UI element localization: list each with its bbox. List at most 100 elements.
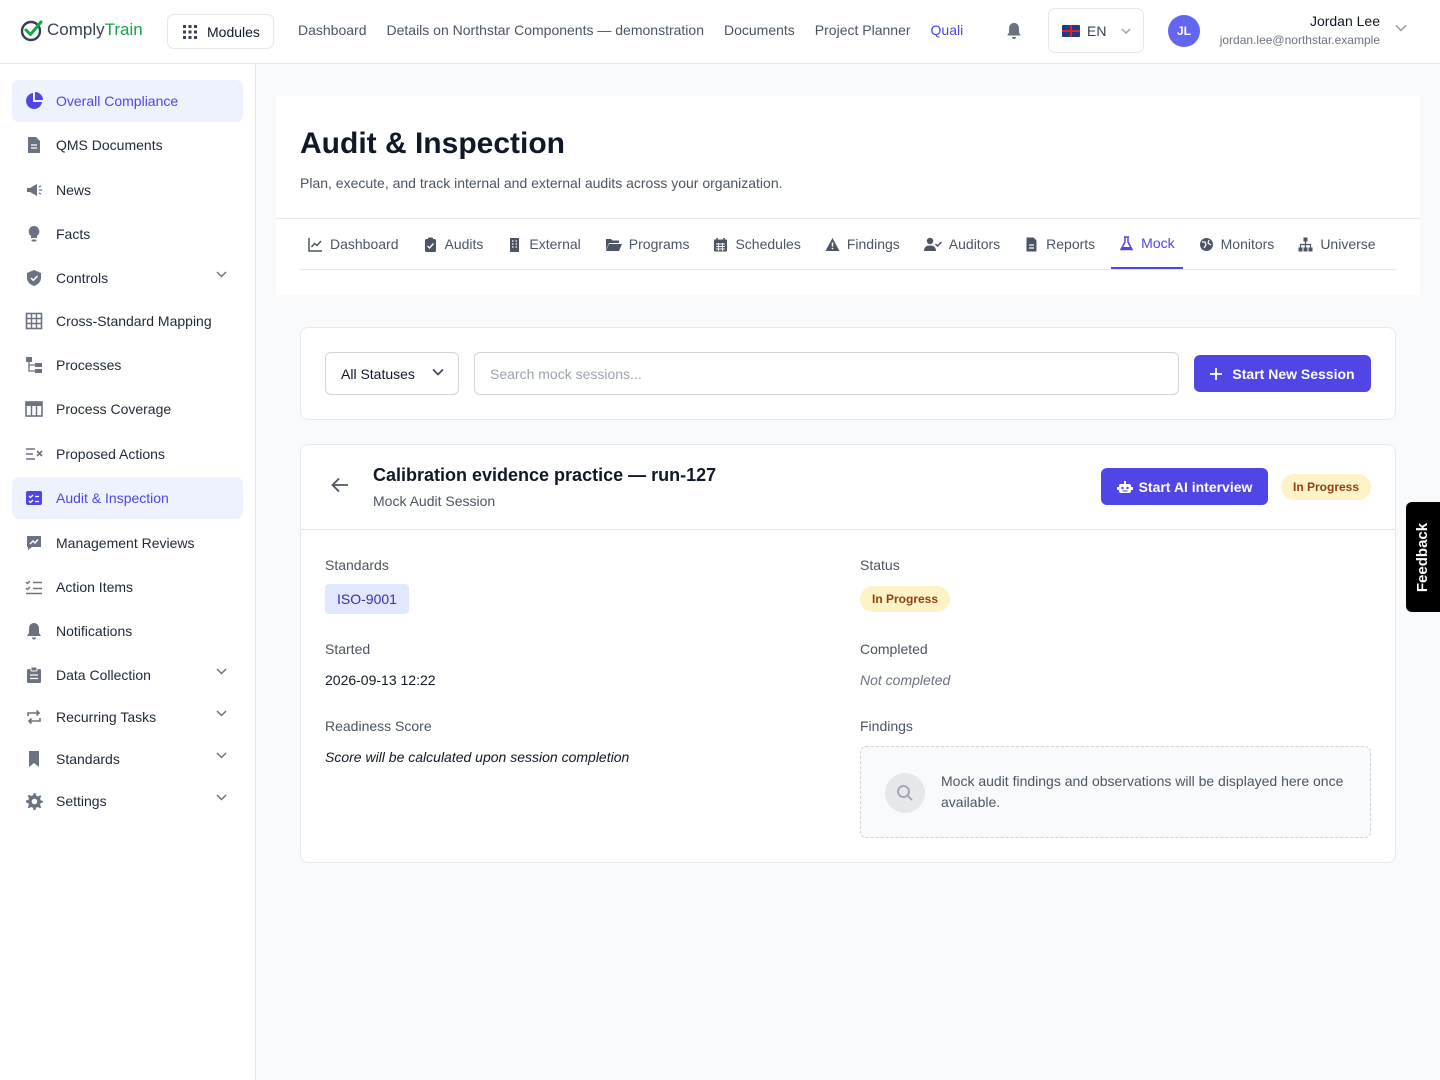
sidebar-item-label: Settings	[56, 793, 107, 809]
user-email: jordan.lee@northstar.example	[1219, 33, 1380, 47]
tab-programs[interactable]: Programs	[597, 219, 698, 269]
sidebar-item-label: News	[56, 182, 92, 198]
language-code: EN	[1087, 22, 1107, 39]
chevron-down-icon	[216, 271, 227, 278]
user-info[interactable]: Jordan Lee jordan.lee@northstar.example	[1210, 13, 1380, 47]
tab-audits[interactable]: Audits	[415, 219, 492, 269]
grid-dots-icon	[183, 24, 197, 39]
search-input[interactable]	[474, 352, 1179, 395]
start-new-session-label: Start New Session	[1232, 365, 1355, 382]
notifications-bell-icon[interactable]	[1006, 22, 1022, 40]
tab-findings[interactable]: Findings	[817, 219, 908, 269]
sidebar-item-standards[interactable]: Standards	[12, 738, 243, 780]
sidebar-item-processes[interactable]: Processes	[12, 344, 243, 386]
flask-icon	[1119, 235, 1134, 250]
file-icon	[1026, 237, 1037, 251]
chevron-down-icon	[1121, 27, 1131, 34]
warning-icon	[825, 237, 840, 251]
topnav-details[interactable]: Details on Northstar Components — demons…	[387, 22, 704, 38]
tab-label: Auditors	[948, 236, 1001, 252]
sitemap-icon	[1298, 237, 1313, 251]
page-header: Audit & Inspection Plan, execute, and tr…	[276, 96, 1420, 295]
topnav-quali[interactable]: Quali	[931, 22, 964, 38]
start-ai-interview-button[interactable]: Start AI interview	[1101, 468, 1268, 505]
user-check-icon	[923, 237, 942, 251]
tab-mock[interactable]: Mock	[1111, 219, 1183, 269]
tab-monitors[interactable]: Monitors	[1191, 219, 1283, 269]
user-name: Jordan Lee	[1309, 13, 1380, 29]
sidebar-item-notifications[interactable]: Notifications	[12, 610, 243, 652]
chevron-down-icon	[216, 668, 227, 675]
logo-text-part1: Comply	[47, 20, 105, 39]
sidebar-item-label: Controls	[56, 270, 109, 286]
sidebar-item-news[interactable]: News	[12, 169, 243, 211]
user-menu-chevron-icon[interactable]	[1395, 24, 1407, 32]
globe-icon	[1199, 237, 1213, 251]
document-icon	[28, 137, 40, 153]
tab-schedules[interactable]: Schedules	[705, 219, 808, 269]
sidebar-item-controls[interactable]: Controls	[12, 257, 243, 299]
sidebar-item-label: Cross-Standard Mapping	[56, 313, 212, 329]
modules-button[interactable]: Modules	[167, 14, 274, 49]
started-label: Started	[325, 641, 371, 657]
sidebar-item-label: Process Coverage	[56, 401, 172, 417]
feedback-label: Feedback	[1414, 522, 1432, 592]
checklist-icon	[25, 580, 42, 595]
list-x-icon	[26, 448, 43, 460]
gear-icon	[26, 793, 43, 810]
back-arrow-icon[interactable]	[331, 477, 349, 493]
sidebar-item-process-coverage[interactable]: Process Coverage	[12, 388, 243, 430]
completed-value: Not completed	[860, 672, 951, 688]
status-filter-select[interactable]: All Statuses	[325, 352, 459, 395]
standard-chip: ISO-9001	[325, 584, 409, 614]
tab-label: Findings	[846, 236, 900, 252]
feedback-tab[interactable]: Feedback	[1406, 502, 1440, 612]
tab-label: Monitors	[1220, 236, 1275, 252]
top-bar: Comply Train Modules Dashboard Details on…	[0, 0, 1440, 64]
tab-reports[interactable]: Reports	[1016, 219, 1103, 269]
uk-flag-icon	[1062, 24, 1080, 37]
sidebar-item-action-items[interactable]: Action Items	[12, 566, 243, 608]
app-logo[interactable]: Comply Train	[20, 18, 143, 42]
sidebar-item-management-reviews[interactable]: Management Reviews	[12, 522, 243, 564]
language-selector[interactable]: EN	[1048, 8, 1144, 53]
megaphone-icon	[27, 184, 42, 196]
topnav-documents[interactable]: Documents	[724, 22, 795, 38]
sidebar-item-facts[interactable]: Facts	[12, 213, 243, 255]
sidebar-item-label: Data Collection	[56, 667, 151, 683]
readiness-score-note: Score will be calculated upon session co…	[325, 749, 630, 765]
page-subtitle: Plan, execute, and track internal and ex…	[300, 175, 783, 191]
sidebar-item-proposed-actions[interactable]: Proposed Actions	[12, 433, 243, 475]
standards-label: Standards	[325, 557, 389, 573]
sidebar-item-label: Proposed Actions	[56, 446, 165, 462]
tab-label: Universe	[1320, 236, 1376, 252]
clipboard-check-icon	[424, 237, 436, 252]
start-new-session-button[interactable]: Start New Session	[1194, 355, 1371, 392]
sidebar-item-audit-inspection[interactable]: Audit & Inspection	[12, 477, 243, 519]
findings-placeholder-text: Mock audit findings and observations wil…	[941, 773, 1344, 810]
user-avatar[interactable]: JL	[1168, 15, 1200, 47]
findings-label: Findings	[860, 718, 913, 734]
lightbulb-icon	[28, 226, 40, 242]
tab-label: Programs	[628, 236, 690, 252]
sidebar-item-settings[interactable]: Settings	[12, 780, 243, 822]
sidebar-item-overall-compliance[interactable]: Overall Compliance	[12, 80, 243, 122]
sidebar-item-qms-documents[interactable]: QMS Documents	[12, 124, 243, 166]
readiness-score-label: Readiness Score	[325, 718, 432, 734]
tab-external[interactable]: External	[499, 219, 588, 269]
chart-comment-icon	[27, 536, 41, 550]
topnav-project-planner[interactable]: Project Planner	[815, 22, 911, 38]
tab-auditors[interactable]: Auditors	[916, 219, 1008, 269]
topnav-dashboard[interactable]: Dashboard	[298, 22, 367, 38]
tab-universe[interactable]: Universe	[1290, 219, 1383, 269]
sidebar-item-cross-standard-mapping[interactable]: Cross-Standard Mapping	[12, 300, 243, 342]
session-title: Calibration evidence practice — run-127	[373, 465, 717, 485]
chevron-down-icon	[216, 710, 227, 717]
tab-label: Reports	[1046, 236, 1096, 252]
tab-dashboard[interactable]: Dashboard	[300, 219, 407, 269]
plus-icon	[1210, 367, 1223, 380]
sidebar-item-recurring-tasks[interactable]: Recurring Tasks	[12, 696, 243, 738]
sidebar-item-data-collection[interactable]: Data Collection	[12, 654, 243, 696]
status-value-badge: In Progress	[860, 586, 951, 612]
sidebar-item-label: Audit & Inspection	[56, 490, 169, 506]
